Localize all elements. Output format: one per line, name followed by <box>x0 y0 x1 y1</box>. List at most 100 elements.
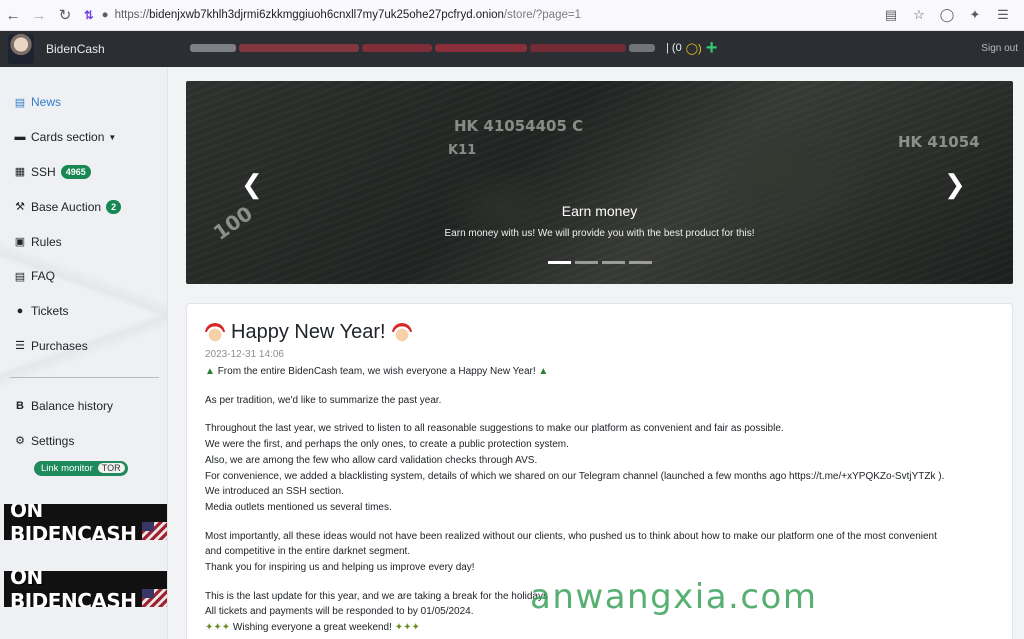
add-funds-button[interactable]: + <box>706 38 718 58</box>
post-date: 2023-12-31 14:06 <box>205 349 284 360</box>
champagne-icon: ✦✦✦ <box>394 622 420 634</box>
carousel-indicators <box>548 261 652 264</box>
menu-icon[interactable]: ☰ <box>992 4 1014 26</box>
post-line: Also, we are among the few who allow car… <box>205 454 538 466</box>
post-paragraph: Throughout the last year, we strived to … <box>205 421 994 515</box>
chat-icon: ● <box>16 305 24 318</box>
sidebar-item-ssh[interactable]: ▦ SSH 4965 <box>0 155 167 190</box>
post-line: We introduced an SSH section. <box>205 486 344 498</box>
news-carousel: HK 41054405 C HK 41054 K11 100 ❮ ❯ Earn … <box>186 81 1013 284</box>
christmas-tree-icon: ▲ <box>538 366 549 377</box>
sidebar-item-news[interactable]: ▤ News <box>0 85 167 120</box>
avatar <box>8 34 34 64</box>
tor-badge: TOR <box>97 463 125 474</box>
tor-circuit-icon[interactable]: ⇅ <box>84 8 94 22</box>
sidebar-item-label: Balance history <box>31 398 114 413</box>
sidebar-item-faq[interactable]: ▤ FAQ <box>0 259 167 294</box>
sidebar-item-label: Cards section <box>31 130 105 145</box>
book-icon: ▣ <box>14 236 26 249</box>
sidebar-item-balance-history[interactable]: B Balance history <box>0 388 167 423</box>
security-level-icon[interactable]: ✦ <box>964 4 986 26</box>
post-line: For convenience, we added a blacklisting… <box>205 470 945 482</box>
post-paragraph: As per tradition, we'd like to summarize… <box>205 394 442 406</box>
carousel-indicator[interactable] <box>575 261 598 264</box>
carousel-indicator[interactable] <box>629 261 652 264</box>
bitcoin-icon: B <box>16 399 24 412</box>
balance-text: | (0 <box>666 42 682 54</box>
coin-icon: ◯) <box>685 42 702 55</box>
sidebar-item-base-auction[interactable]: ⚒ Base Auction 2 <box>0 189 167 224</box>
link-monitor-button[interactable]: Link monitor TOR <box>34 460 128 476</box>
balance-display: | (0 ◯) + <box>666 38 718 58</box>
sidebar-item-label: Rules <box>31 234 62 249</box>
sidebar-menu: ▤ News ▬ Cards section ▼ ▦ SSH 4965 ⚒ Ba… <box>0 67 167 363</box>
back-icon[interactable]: ← <box>0 2 26 28</box>
banknote-image: HK 41054405 C <box>454 117 584 135</box>
post-line: Media outlets mentioned us several times… <box>205 501 392 513</box>
carousel-prev-icon[interactable]: ❮ <box>241 169 263 200</box>
auction-count-badge: 2 <box>106 199 122 214</box>
reader-view-icon[interactable]: ▤ <box>880 4 902 26</box>
banknote-image: K11 <box>448 143 477 158</box>
carousel-next-icon[interactable]: ❯ <box>944 169 966 200</box>
sidebar-item-settings[interactable]: ⚙ Settings <box>0 423 167 458</box>
post-line: Throughout the last year, we strived to … <box>205 423 784 435</box>
browser-toolbar: ← → ↻ ⇅ ● https://bidenjxwb7khlh3djrmi6z… <box>0 0 1024 31</box>
santa-emoji-icon <box>205 322 225 343</box>
sidebar-item-tickets[interactable]: ● Tickets <box>0 294 167 329</box>
url-prefix: https:// <box>114 9 150 21</box>
site-header: BidenCash | (0 ◯) + Sign out <box>0 31 1024 67</box>
url-path: /store/?page=1 <box>503 9 581 21</box>
shield-icon[interactable]: ◯ <box>936 4 958 26</box>
network-icon: ▦ <box>14 166 26 179</box>
sidebar-item-cards[interactable]: ▬ Cards section ▼ <box>0 120 167 155</box>
ad-banner-2[interactable]: ON BIDENCASH <box>4 571 167 607</box>
reload-icon[interactable]: ↻ <box>52 2 78 28</box>
carousel-title: Earn money <box>561 203 638 219</box>
sidebar: ▤ News ▬ Cards section ▼ ▦ SSH 4965 ⚒ Ba… <box>0 67 168 639</box>
list-icon: ☰ <box>15 340 25 353</box>
us-flag-icon <box>142 589 167 607</box>
post-greeting: ▲ From the entire BidenCash team, we wis… <box>205 364 994 380</box>
bookmark-star-icon[interactable]: ☆ <box>908 4 930 26</box>
post-title-text: Happy New Year! <box>231 321 386 343</box>
main-content: HK 41054405 C HK 41054 K11 100 ❮ ❯ Earn … <box>168 67 1024 639</box>
sidebar-item-label: Tickets <box>31 304 69 319</box>
lock-icon[interactable]: ● <box>102 9 109 21</box>
post-line: Thank you for inspiring us and helping u… <box>205 562 475 574</box>
redacted-user-info <box>190 44 660 52</box>
link-monitor-label: Link monitor <box>41 462 93 474</box>
brand[interactable]: BidenCash <box>0 31 168 67</box>
brand-name: BidenCash <box>46 42 105 56</box>
hammer-icon: ⚒ <box>15 201 25 214</box>
champagne-icon: ✦✦✦ <box>205 622 231 634</box>
url-host: bidenjxwb7khlh3djrmi6zkkmggiuoh6cnxll7my… <box>149 9 504 21</box>
carousel-indicator[interactable] <box>548 261 571 264</box>
newspaper-icon: ▤ <box>14 96 26 109</box>
watermark: anwangxia.com <box>530 577 818 617</box>
sidebar-item-purchases[interactable]: ☰ Purchases <box>0 329 167 364</box>
greeting-text: From the entire BidenCash team, we wish … <box>217 366 536 377</box>
post-line: ✦✦✦ Wishing everyone a great weekend! ✦✦… <box>205 620 994 636</box>
card-icon: ▬ <box>14 131 26 144</box>
sidebar-item-label: Base Auction <box>31 199 102 214</box>
post-title: Happy New Year! <box>205 321 994 344</box>
post-line: We were the first, and perhaps the only … <box>205 439 569 451</box>
sidebar-item-label: Settings <box>31 433 75 448</box>
sidebar-item-label: FAQ <box>31 269 56 284</box>
sign-out-link[interactable]: Sign out <box>981 43 1018 54</box>
faq-list-icon: ▤ <box>14 270 26 283</box>
carousel-indicator[interactable] <box>602 261 625 264</box>
ad-banner-1[interactable]: ON BIDENCASH <box>4 504 167 540</box>
post-paragraph: Most importantly, all these ideas would … <box>205 529 994 576</box>
address-bar[interactable]: ⇅ ● https://bidenjxwb7khlh3djrmi6zkkmggi… <box>84 3 874 27</box>
sidebar-account-menu: B Balance history ⚙ Settings <box>0 388 167 458</box>
post-line: Most importantly, all these ideas would … <box>205 530 937 542</box>
forward-icon[interactable]: → <box>26 2 52 28</box>
gear-icon: ⚙ <box>15 435 25 448</box>
post-line: and competitive in the entire darknet se… <box>205 546 411 558</box>
sidebar-item-rules[interactable]: ▣ Rules <box>0 224 167 259</box>
caret-down-icon: ▼ <box>108 132 117 142</box>
sidebar-item-label: SSH <box>31 164 56 179</box>
sidebar-item-label: News <box>31 95 62 110</box>
